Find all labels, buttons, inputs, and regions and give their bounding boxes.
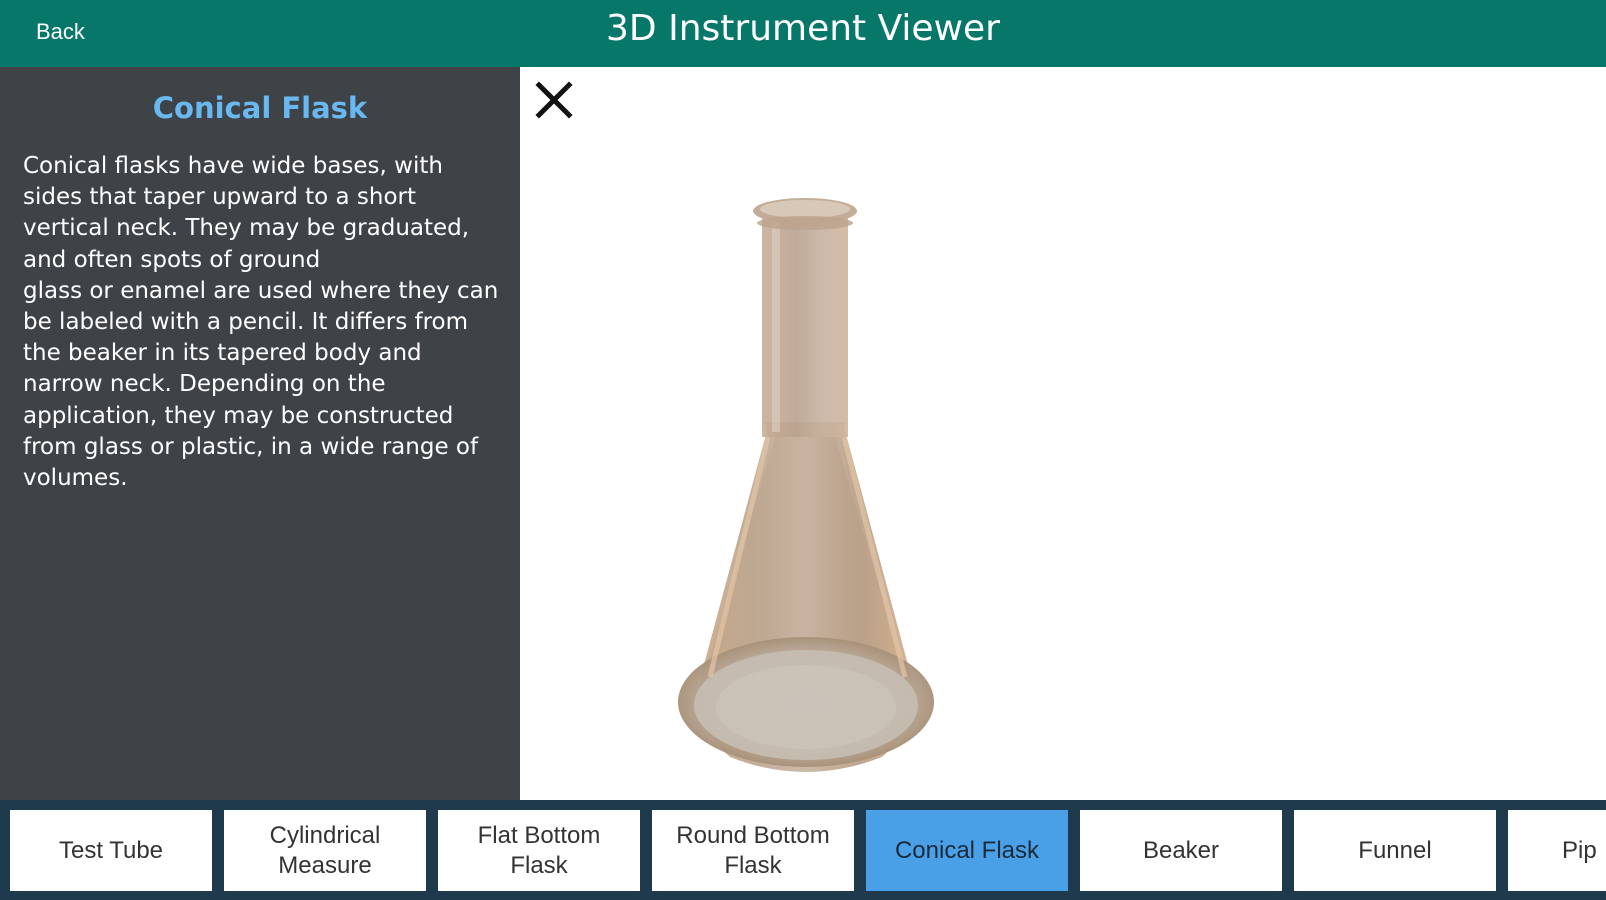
back-button[interactable]: Back xyxy=(36,19,85,45)
tab-funnel[interactable]: Funnel xyxy=(1294,810,1496,891)
instrument-description: Conical flasks have wide bases, with sid… xyxy=(23,153,499,492)
tab-pipette[interactable]: Pip xyxy=(1508,810,1606,891)
instrument-tab-bar: Test Tube Cylindrical Measure Flat Botto… xyxy=(0,800,1606,900)
tab-conical-flask[interactable]: Conical Flask xyxy=(866,810,1068,891)
tab-beaker[interactable]: Beaker xyxy=(1080,810,1282,891)
tab-cylindrical-measure[interactable]: Cylindrical Measure xyxy=(224,810,426,891)
tab-round-bottom-flask[interactable]: Round Bottom Flask xyxy=(652,810,854,891)
info-panel: Conical Flask Conical flasks have wide b… xyxy=(0,67,520,800)
instrument-title: Conical Flask xyxy=(152,91,368,125)
conical-flask-model[interactable] xyxy=(650,197,960,797)
tab-flat-bottom-flask[interactable]: Flat Bottom Flask xyxy=(438,810,640,891)
header-bar: Back 3D Instrument Viewer xyxy=(0,0,1606,67)
page-title: 3D Instrument Viewer xyxy=(606,8,1000,49)
close-icon[interactable] xyxy=(535,81,573,119)
model-viewer[interactable] xyxy=(520,67,1606,800)
tab-test-tube[interactable]: Test Tube xyxy=(10,810,212,891)
app-root: Back 3D Instrument Viewer Conical Flask … xyxy=(0,0,1606,900)
